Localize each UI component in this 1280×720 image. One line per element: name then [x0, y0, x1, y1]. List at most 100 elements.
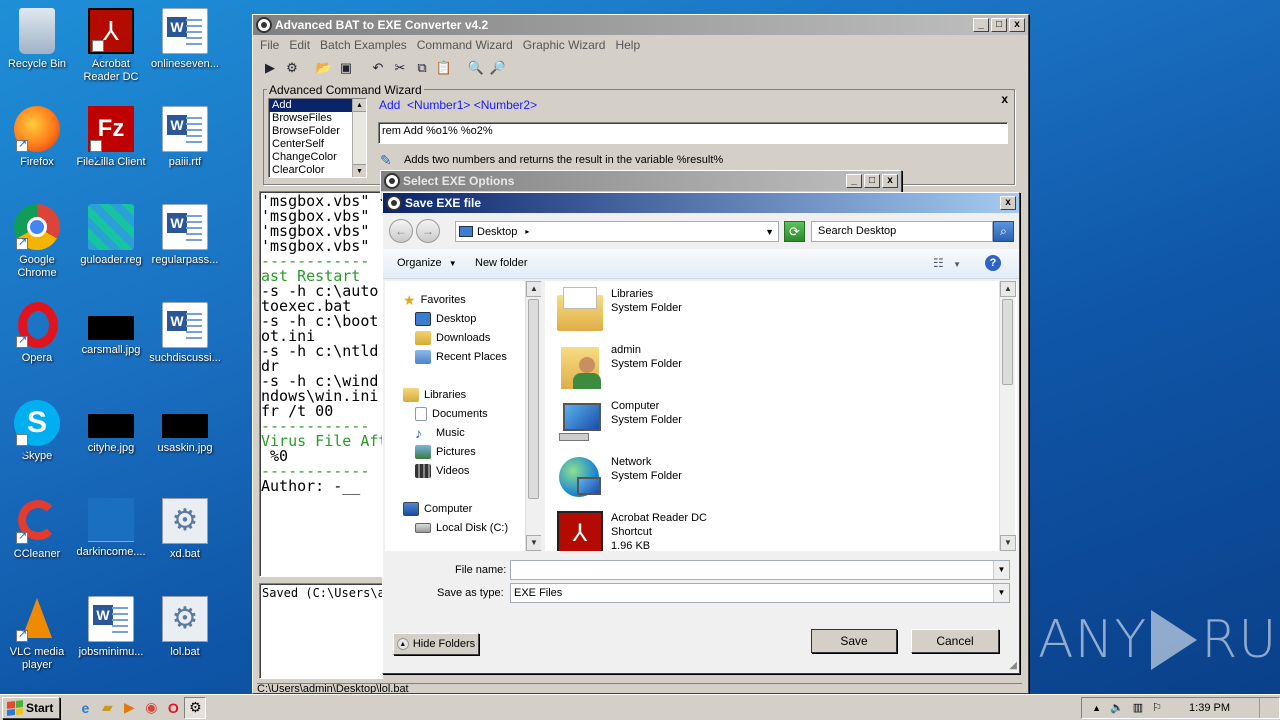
show-desktop-button[interactable] — [1259, 697, 1269, 718]
chrome-taskbar-icon[interactable]: ◉ — [140, 697, 162, 719]
desktop-icon-guloader[interactable]: guloader.reg — [74, 204, 148, 267]
nav-documents[interactable]: Documents — [415, 405, 488, 423]
desktop-icon-suchdiscussi[interactable]: suchdiscussi... — [148, 302, 222, 365]
nav-local-disk[interactable]: Local Disk (C:) — [415, 519, 508, 537]
desktop-icon-opera[interactable]: Opera — [0, 302, 74, 365]
desktop-icon-darkincome[interactable]: darkincome.... — [74, 498, 148, 559]
maximize-button[interactable]: □ — [864, 174, 880, 188]
command-input[interactable]: rem Add %o1% %o2% — [378, 122, 1008, 144]
exe-options-titlebar[interactable]: Select EXE Options _ □ x — [381, 171, 901, 191]
desktop-icon-carsmall[interactable]: carsmall.jpg — [74, 302, 148, 357]
undo-icon[interactable]: ↶ — [369, 59, 387, 77]
zoom-in-icon[interactable]: 🔍 — [467, 59, 485, 77]
desktop-icon-lolbat[interactable]: ⚙ lol.bat — [148, 596, 222, 659]
nav-libraries[interactable]: Libraries — [403, 386, 466, 404]
desktop-icon-paiii[interactable]: paiii.rtf — [148, 106, 222, 169]
refresh-icon[interactable]: ⟳ — [784, 221, 805, 242]
ie-icon[interactable]: e — [74, 697, 96, 719]
menu-batch-examples[interactable]: Batch Examples — [315, 38, 412, 52]
close-button[interactable]: x — [882, 174, 898, 188]
file-list-scrollbar[interactable]: ▲ ▼ — [999, 281, 1016, 551]
desktop-icon-filezilla[interactable]: Fz FileZilla Client — [74, 106, 148, 184]
address-dropdown-icon[interactable]: ▼ — [765, 227, 774, 237]
desktop-icon-skype[interactable]: S Skype — [0, 400, 74, 478]
network-icon[interactable]: ▥ — [1133, 701, 1143, 714]
save-as-type-select[interactable]: EXE Files ▼ — [510, 583, 1010, 603]
new-folder-button[interactable]: New folder — [475, 257, 528, 269]
desktop-icon-regularpass[interactable]: regularpass... — [148, 204, 222, 267]
save-dialog-titlebar[interactable]: Save EXE file x — [383, 193, 1019, 213]
main-titlebar[interactable]: Advanced BAT to EXE Converter v4.2 _ □ x — [253, 15, 1028, 35]
desktop-icon-ccleaner[interactable]: CCleaner — [0, 498, 74, 561]
paste-icon[interactable]: 📋 — [435, 59, 453, 77]
search-input[interactable]: Search Desktop — [811, 221, 993, 242]
media-player-icon[interactable]: ▶ — [118, 697, 140, 719]
save-button[interactable]: Save — [811, 629, 897, 653]
build-exe-icon[interactable]: ⚙ — [283, 59, 301, 77]
resize-grip-icon[interactable]: ◢ — [1009, 660, 1017, 671]
clock[interactable]: 1:39 PM — [1189, 702, 1230, 714]
cut-icon[interactable]: ✂ — [391, 59, 409, 77]
desktop-icon-vlc[interactable]: VLC media player — [0, 596, 74, 672]
save-icon[interactable]: ▣ — [337, 59, 355, 77]
close-button[interactable]: x — [1009, 18, 1025, 32]
file-name-input[interactable]: ▼ — [510, 560, 1010, 580]
desktop-icon-chrome[interactable]: Google Chrome — [0, 204, 74, 280]
desktop-icon-usaskin[interactable]: usaskin.jpg — [148, 400, 222, 455]
breadcrumb-chevron-icon[interactable]: ▸ — [525, 227, 529, 236]
nav-recent-places[interactable]: Recent Places — [415, 348, 507, 366]
desktop-icon-jobsminimu[interactable]: jobsminimu... — [74, 596, 148, 659]
command-list-scrollbar[interactable]: ▲ ▼ — [352, 99, 366, 177]
open-icon[interactable]: 📂 — [315, 59, 333, 77]
desktop-icon-acrobat[interactable]: ⅄ Acrobat Reader DC — [74, 8, 148, 84]
show-hidden-icons-icon[interactable]: ▲ — [1092, 703, 1101, 713]
output-pane[interactable]: Saved (C:\Users\a — [259, 583, 383, 679]
minimize-button[interactable]: _ — [846, 174, 862, 188]
nav-videos[interactable]: Videos — [415, 462, 469, 480]
desktop-icon-xdbat[interactable]: ⚙ xd.bat — [148, 498, 222, 561]
explorer-folder-icon[interactable]: ▰ — [96, 697, 118, 719]
minimize-button[interactable]: _ — [973, 18, 989, 32]
nav-computer[interactable]: Computer — [403, 500, 472, 518]
address-bar[interactable]: Desktop ▸ ▼ — [455, 221, 779, 242]
start-button[interactable]: Start — [2, 696, 61, 719]
desktop-icon-cityhe[interactable]: cityhe.jpg — [74, 400, 148, 455]
cancel-button[interactable]: Cancel — [911, 629, 999, 653]
nav-music[interactable]: ♪ Music — [415, 424, 465, 442]
file-name-dropdown-icon[interactable]: ▼ — [993, 561, 1009, 579]
nav-pictures[interactable]: Pictures — [415, 443, 476, 461]
volume-icon[interactable]: 🔈 — [1110, 701, 1124, 714]
bat-converter-taskbar-icon[interactable]: ⚙ — [184, 696, 207, 719]
back-button[interactable]: ← — [389, 219, 413, 243]
maximize-button[interactable]: □ — [991, 18, 1007, 32]
code-editor[interactable]: 'msgbox.vbs" 'msgbox.vbs" 'msgbox.vbs" '… — [259, 191, 383, 577]
action-center-flag-icon[interactable]: ⚐ — [1152, 701, 1162, 714]
desktop-icon-firefox[interactable]: Firefox — [0, 106, 74, 169]
wizard-close-button[interactable]: x — [1001, 92, 1008, 106]
view-options-icon[interactable]: ☷ ▼ — [933, 256, 961, 270]
file-item[interactable]: Computer System Folder — [557, 399, 682, 445]
organize-button[interactable]: Organize ▼ — [397, 257, 457, 269]
command-list[interactable]: Add BrowseFiles BrowseFolder CenterSelf … — [268, 98, 367, 178]
file-item[interactable]: Network System Folder — [557, 455, 682, 501]
menu-file[interactable]: File — [255, 38, 284, 52]
opera-taskbar-icon[interactable]: O — [162, 697, 184, 719]
close-button[interactable]: x — [1000, 196, 1016, 210]
zoom-out-icon[interactable]: 🔎 — [489, 59, 507, 77]
file-item[interactable]: admin System Folder — [557, 343, 682, 389]
forward-button[interactable]: → — [416, 219, 440, 243]
desktop-icon-recycle-bin[interactable]: Recycle Bin — [0, 8, 74, 71]
hide-folders-button[interactable]: ▲ Hide Folders — [393, 633, 479, 655]
help-icon[interactable]: ? — [985, 255, 1001, 271]
menu-edit[interactable]: Edit — [284, 38, 315, 52]
file-item[interactable]: Libraries System Folder — [557, 287, 682, 333]
run-icon[interactable]: ▶ — [261, 59, 279, 77]
file-list[interactable]: Libraries System Folder admin System Folde… — [545, 281, 1017, 551]
file-item[interactable]: ⅄ Acrobat Reader DC Shortcut 1.96 KB — [557, 511, 707, 551]
menu-graphic-wizard[interactable]: Graphic Wizard — [518, 38, 611, 52]
desktop-icon-onlineseven[interactable]: onlineseven... — [148, 8, 222, 71]
navigation-pane[interactable]: ★ Favorites Desktop Downloads Recent Pla… — [385, 281, 541, 551]
nav-desktop[interactable]: Desktop — [415, 310, 476, 328]
save-as-type-dropdown-icon[interactable]: ▼ — [993, 584, 1009, 602]
nav-favorites[interactable]: ★ Favorites — [403, 291, 466, 309]
